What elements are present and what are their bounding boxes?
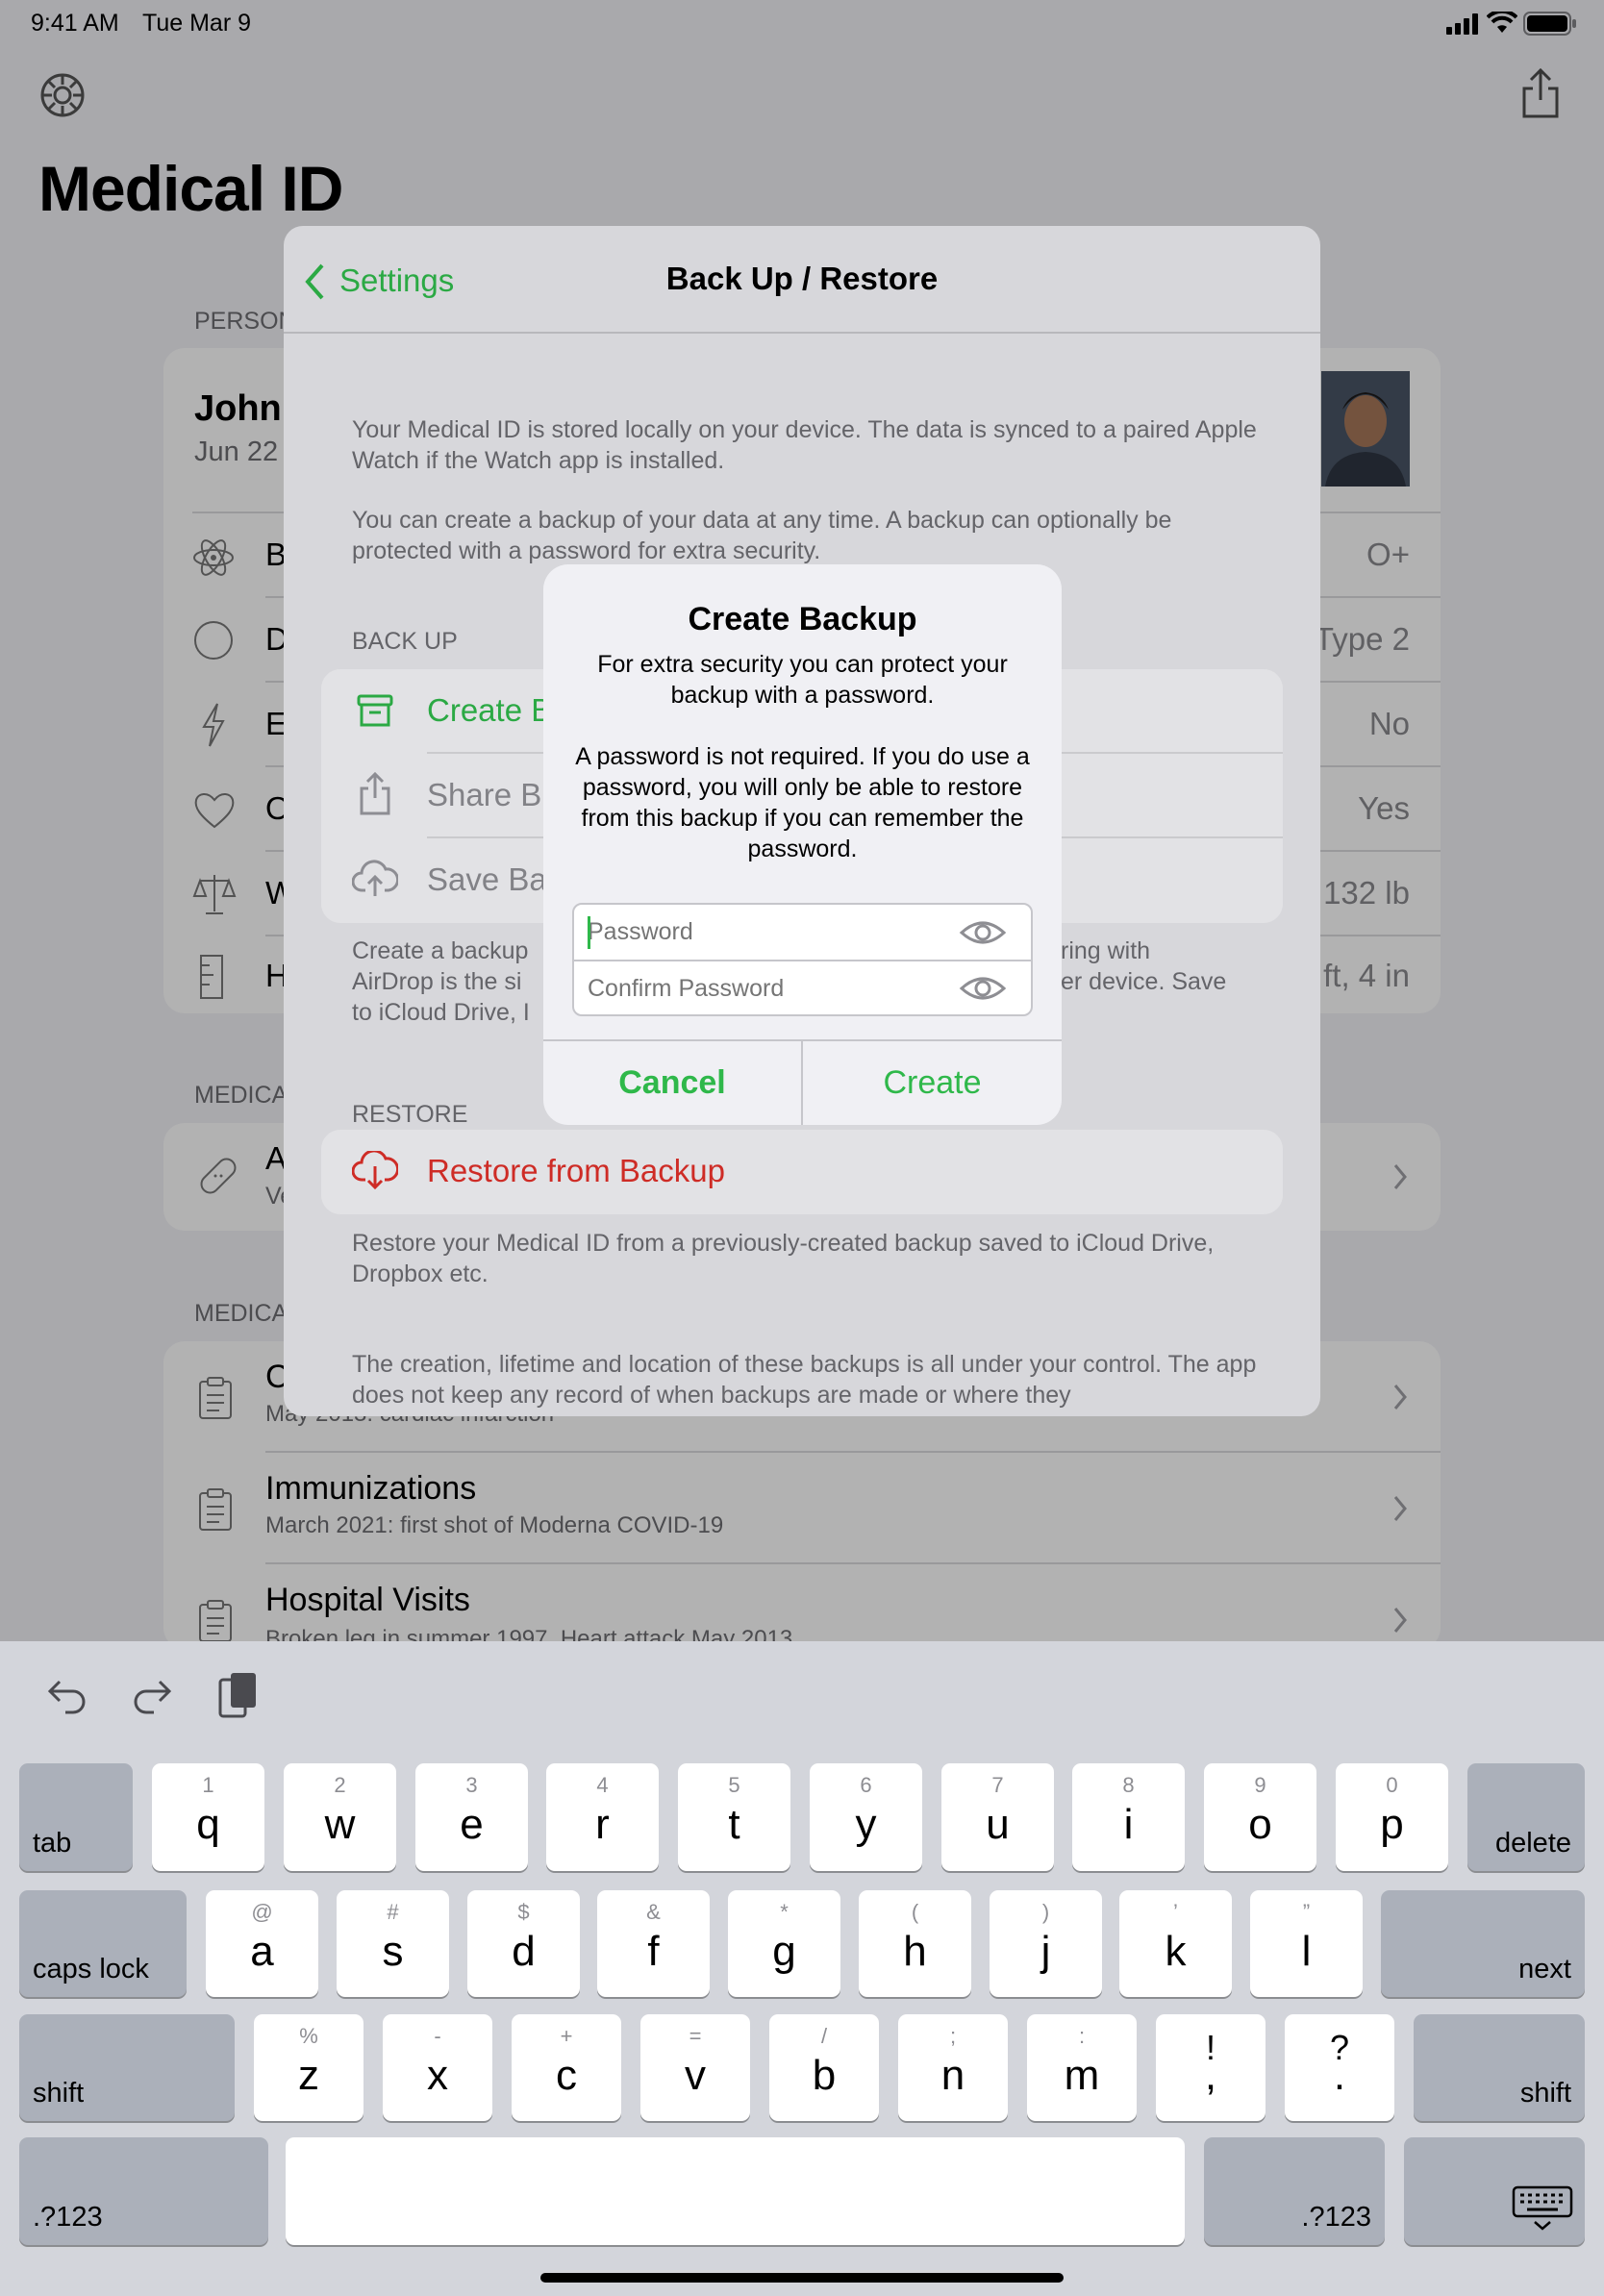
key-l[interactable]: ” l [1250, 1890, 1363, 1997]
tab-key[interactable]: tab [19, 1763, 133, 1871]
alert-title: Create Backup [688, 601, 917, 637]
key-r[interactable]: 4r [546, 1763, 659, 1871]
key-z[interactable]: % z [254, 2014, 363, 2121]
confirm-password-input[interactable] [574, 961, 959, 1014]
keyboard-dismiss-icon [1512, 2185, 1573, 2231]
key-y[interactable]: 6y [810, 1763, 922, 1871]
create-button[interactable]: Create [803, 1041, 1062, 1125]
key-t[interactable]: 5t [678, 1763, 790, 1871]
shift-key-left[interactable]: shift [19, 2014, 235, 2121]
key-period[interactable]: ?. [1285, 2014, 1394, 2121]
key-x[interactable]: -x [383, 2014, 492, 2121]
key-q[interactable]: 1q [152, 1763, 264, 1871]
key-n[interactable]: ; n [898, 2014, 1008, 2121]
numbers-key-left[interactable]: .?123 [19, 2137, 268, 2245]
key-g[interactable]: * g [728, 1890, 840, 1997]
key-c[interactable]: + c [512, 2014, 621, 2121]
key-h[interactable]: (h [859, 1890, 971, 1997]
paste-clipboard-icon[interactable] [217, 1670, 260, 1722]
caps-lock-key[interactable]: caps lock [19, 1890, 187, 1997]
key-u[interactable]: 7u [941, 1763, 1054, 1871]
cancel-button[interactable]: Cancel [543, 1041, 801, 1125]
key-d[interactable]: $ d [467, 1890, 580, 1997]
key-k[interactable]: ’ k [1119, 1890, 1232, 1997]
key-i[interactable]: 8i [1072, 1763, 1185, 1871]
text-cursor [588, 916, 590, 949]
space-bar[interactable] [286, 2137, 1185, 2245]
password-input[interactable] [574, 905, 959, 959]
key-e[interactable]: 3e [415, 1763, 528, 1871]
key-w[interactable]: 2w [284, 1763, 396, 1871]
create-backup-alert: Create Backup For extra security you can… [543, 564, 1062, 1125]
eye-icon[interactable] [959, 972, 1007, 1005]
key-f[interactable]: & f [597, 1890, 710, 1997]
key-o[interactable]: 9o [1204, 1763, 1316, 1871]
key-a[interactable]: @ a [206, 1890, 318, 1997]
alert-message-2: A password is not required. If you do us… [575, 743, 1030, 862]
key-m[interactable]: :m [1027, 2014, 1137, 2121]
key-v[interactable]: = v [640, 2014, 750, 2121]
dismiss-keyboard-key[interactable] [1404, 2137, 1585, 2245]
password-fields [572, 903, 1033, 1016]
delete-key[interactable]: delete [1467, 1763, 1585, 1871]
redo-icon[interactable] [131, 1676, 173, 1718]
key-b[interactable]: / b [769, 2014, 879, 2121]
shift-key-right[interactable]: shift [1414, 2014, 1585, 2121]
alert-message-1: For extra security you can protect your … [597, 651, 1008, 709]
key-s[interactable]: # s [337, 1890, 449, 1997]
undo-icon[interactable] [46, 1676, 88, 1718]
key-j[interactable]: ) j [990, 1890, 1102, 1997]
key-comma[interactable]: !, [1156, 2014, 1266, 2121]
home-indicator [540, 2273, 1064, 2283]
numbers-key-right[interactable]: .?123 [1204, 2137, 1385, 2245]
key-p[interactable]: 0p [1336, 1763, 1448, 1871]
eye-icon[interactable] [959, 916, 1007, 949]
next-key[interactable]: next [1381, 1890, 1585, 1997]
keyboard: tab 1q 2w 3e 4r 5t 6y 7u 8i 9o 0p delete… [0, 1641, 1604, 2296]
